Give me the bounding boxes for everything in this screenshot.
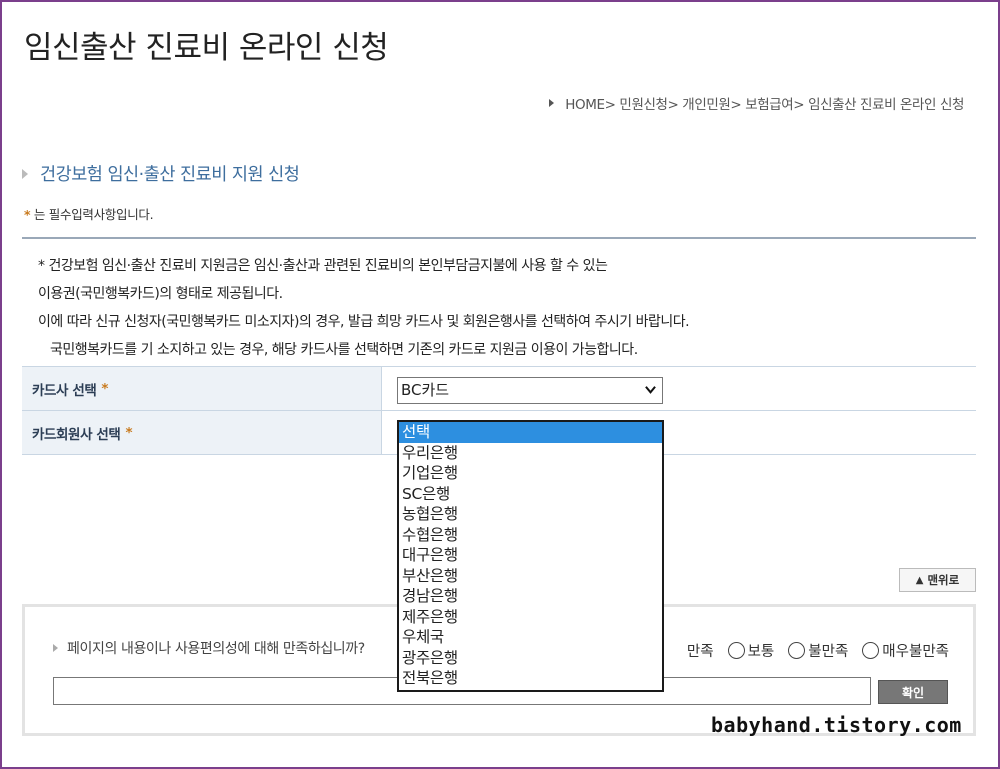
- back-to-top-button[interactable]: ▲ 맨위로: [899, 568, 976, 592]
- dropdown-option[interactable]: 전북은행: [399, 668, 662, 689]
- form-row-card-company: 카드사 선택 * BC카드: [22, 367, 976, 411]
- info-line: 국민행복카드를 기 소지하고 있는 경우, 해당 카드사를 선택하면 기존의 카…: [50, 342, 638, 358]
- member-bank-dropdown-list[interactable]: 선택 우리은행 기업은행 SC은행 농협은행 수협은행 대구은행 부산은행 경남은행 제주은행 우체…: [397, 420, 664, 692]
- dropdown-option[interactable]: 선택: [399, 422, 662, 443]
- radio-button[interactable]: [862, 642, 880, 659]
- card-company-cell: BC카드: [382, 367, 976, 410]
- confirm-button[interactable]: 확인: [878, 680, 948, 704]
- radio-label: 매우불만족: [882, 644, 949, 660]
- card-company-select[interactable]: BC카드: [397, 377, 663, 404]
- member-bank-label-text: 카드회원사 선택: [32, 426, 121, 443]
- dropdown-option[interactable]: 대구은행: [399, 545, 662, 566]
- back-to-top-label: 맨위로: [927, 573, 960, 587]
- info-line: * 건강보험 임신·출산 진료비 지원금은 임신·출산과 관련된 진료비의 본인…: [38, 258, 608, 274]
- radio-normal[interactable]: 보통: [727, 640, 775, 661]
- card-company-selected-value: BC카드: [401, 381, 450, 399]
- dropdown-option[interactable]: 기업은행: [399, 463, 662, 484]
- chevron-down-icon: [645, 386, 656, 394]
- arrow-up-icon: ▲: [915, 574, 924, 586]
- required-star: *: [101, 380, 109, 397]
- breadcrumb-text: HOME> 민원신청> 개인민원> 보험급여> 임신출산 진료비 온라인 신청: [565, 97, 964, 113]
- section-bullet-icon: [22, 168, 28, 179]
- page-title: 임신출산 진료비 온라인 신청: [24, 30, 389, 66]
- breadcrumb-arrow-icon: [549, 99, 555, 107]
- info-line: 이용권(국민행복카드)의 형태로 제공됩니다.: [38, 286, 283, 302]
- section-title: 건강보험 임신·출산 진료비 지원 신청: [22, 161, 300, 186]
- radio-button[interactable]: [788, 642, 806, 659]
- dropdown-option[interactable]: 농협은행: [399, 504, 662, 525]
- radio-satisfied[interactable]: 만족: [667, 640, 714, 661]
- survey-bullet-icon: [53, 644, 58, 652]
- radio-label: 보통: [747, 644, 775, 660]
- card-company-label-text: 카드사 선택: [32, 382, 97, 399]
- radio-button[interactable]: [727, 642, 745, 659]
- section-title-text: 건강보험 임신·출산 진료비 지원 신청: [40, 165, 300, 185]
- dropdown-option[interactable]: 제주은행: [399, 607, 662, 628]
- survey-radio-group: 만족 보통 불만족 매우불만족: [667, 640, 949, 661]
- dropdown-option[interactable]: 부산은행: [399, 566, 662, 587]
- dropdown-option[interactable]: 우체국: [399, 627, 662, 648]
- radio-very-unsatisfied[interactable]: 매우불만족: [862, 640, 949, 661]
- member-bank-label: 카드회원사 선택 *: [22, 411, 382, 454]
- radio-label: 만족: [686, 644, 714, 660]
- required-note-text: 는 필수입력사항입니다.: [30, 207, 154, 222]
- required-note: * 는 필수입력사항입니다.: [24, 204, 154, 223]
- dropdown-option[interactable]: 광주은행: [399, 648, 662, 669]
- dropdown-option[interactable]: 수협은행: [399, 525, 662, 546]
- dropdown-option[interactable]: 우리은행: [399, 443, 662, 464]
- info-line: 이에 따라 신규 신청자(국민행복카드 미소지자)의 경우, 발급 희망 카드사…: [38, 314, 690, 330]
- radio-unsatisfied[interactable]: 불만족: [788, 640, 848, 661]
- survey-question-text: 페이지의 내용이나 사용편의성에 대해 만족하십니까?: [67, 641, 365, 657]
- dropdown-option[interactable]: SC은행: [399, 484, 662, 505]
- dropdown-option[interactable]: 경남은행: [399, 586, 662, 607]
- required-star: *: [125, 424, 133, 441]
- breadcrumb: HOME> 민원신청> 개인민원> 보험급여> 임신출산 진료비 온라인 신청: [549, 93, 964, 113]
- survey-question: 페이지의 내용이나 사용편의성에 대해 만족하십니까?: [53, 638, 365, 658]
- watermark: babyhand.tistory.com: [711, 713, 962, 737]
- radio-label: 불만족: [808, 644, 849, 660]
- info-text-block: * 건강보험 임신·출산 진료비 지원금은 임신·출산과 관련된 진료비의 본인…: [38, 252, 690, 364]
- card-company-label: 카드사 선택 *: [22, 367, 382, 410]
- section-divider: [22, 237, 976, 239]
